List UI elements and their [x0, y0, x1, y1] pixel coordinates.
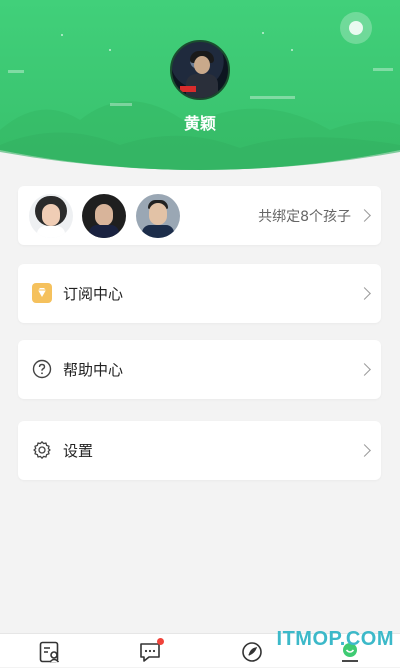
- child-avatar-2: [82, 194, 126, 238]
- tab-discover[interactable]: [240, 640, 264, 664]
- tab-messages[interactable]: [138, 638, 164, 664]
- menu-label-help: 帮助中心: [63, 361, 124, 379]
- menu-item-subscription[interactable]: 订阅中心: [18, 264, 381, 323]
- watermark-text: ITMOP.COM: [276, 628, 394, 650]
- chevron-right-icon: [358, 444, 371, 457]
- child-avatar-3: [136, 194, 180, 238]
- compass-icon: [242, 642, 262, 662]
- menu-item-help[interactable]: 帮助中心: [18, 340, 381, 399]
- question-circle-icon: [32, 359, 52, 379]
- menu-label-subscription: 订阅中心: [63, 285, 124, 303]
- chevron-right-icon: [358, 287, 371, 300]
- notification-dot: [157, 638, 164, 645]
- menu-item-settings[interactable]: 设置: [18, 421, 381, 480]
- profile-card-icon: [39, 641, 60, 663]
- user-avatar[interactable]: [170, 40, 230, 100]
- bound-children-card[interactable]: 共绑定8个孩子: [18, 186, 381, 245]
- profile-header: 黄颖: [0, 0, 400, 180]
- children-count: 共绑定8个孩子: [258, 209, 351, 225]
- decorative-sun: [340, 12, 372, 44]
- gear-icon: [33, 441, 51, 459]
- chevron-right-icon: [358, 209, 371, 222]
- menu-label-settings: 设置: [63, 442, 94, 460]
- tab-profile-card[interactable]: [38, 640, 62, 664]
- child-avatar-1: [29, 194, 73, 238]
- chevron-right-icon: [358, 363, 371, 376]
- username: 黄颖: [183, 114, 216, 133]
- diamond-badge-icon: [32, 283, 52, 303]
